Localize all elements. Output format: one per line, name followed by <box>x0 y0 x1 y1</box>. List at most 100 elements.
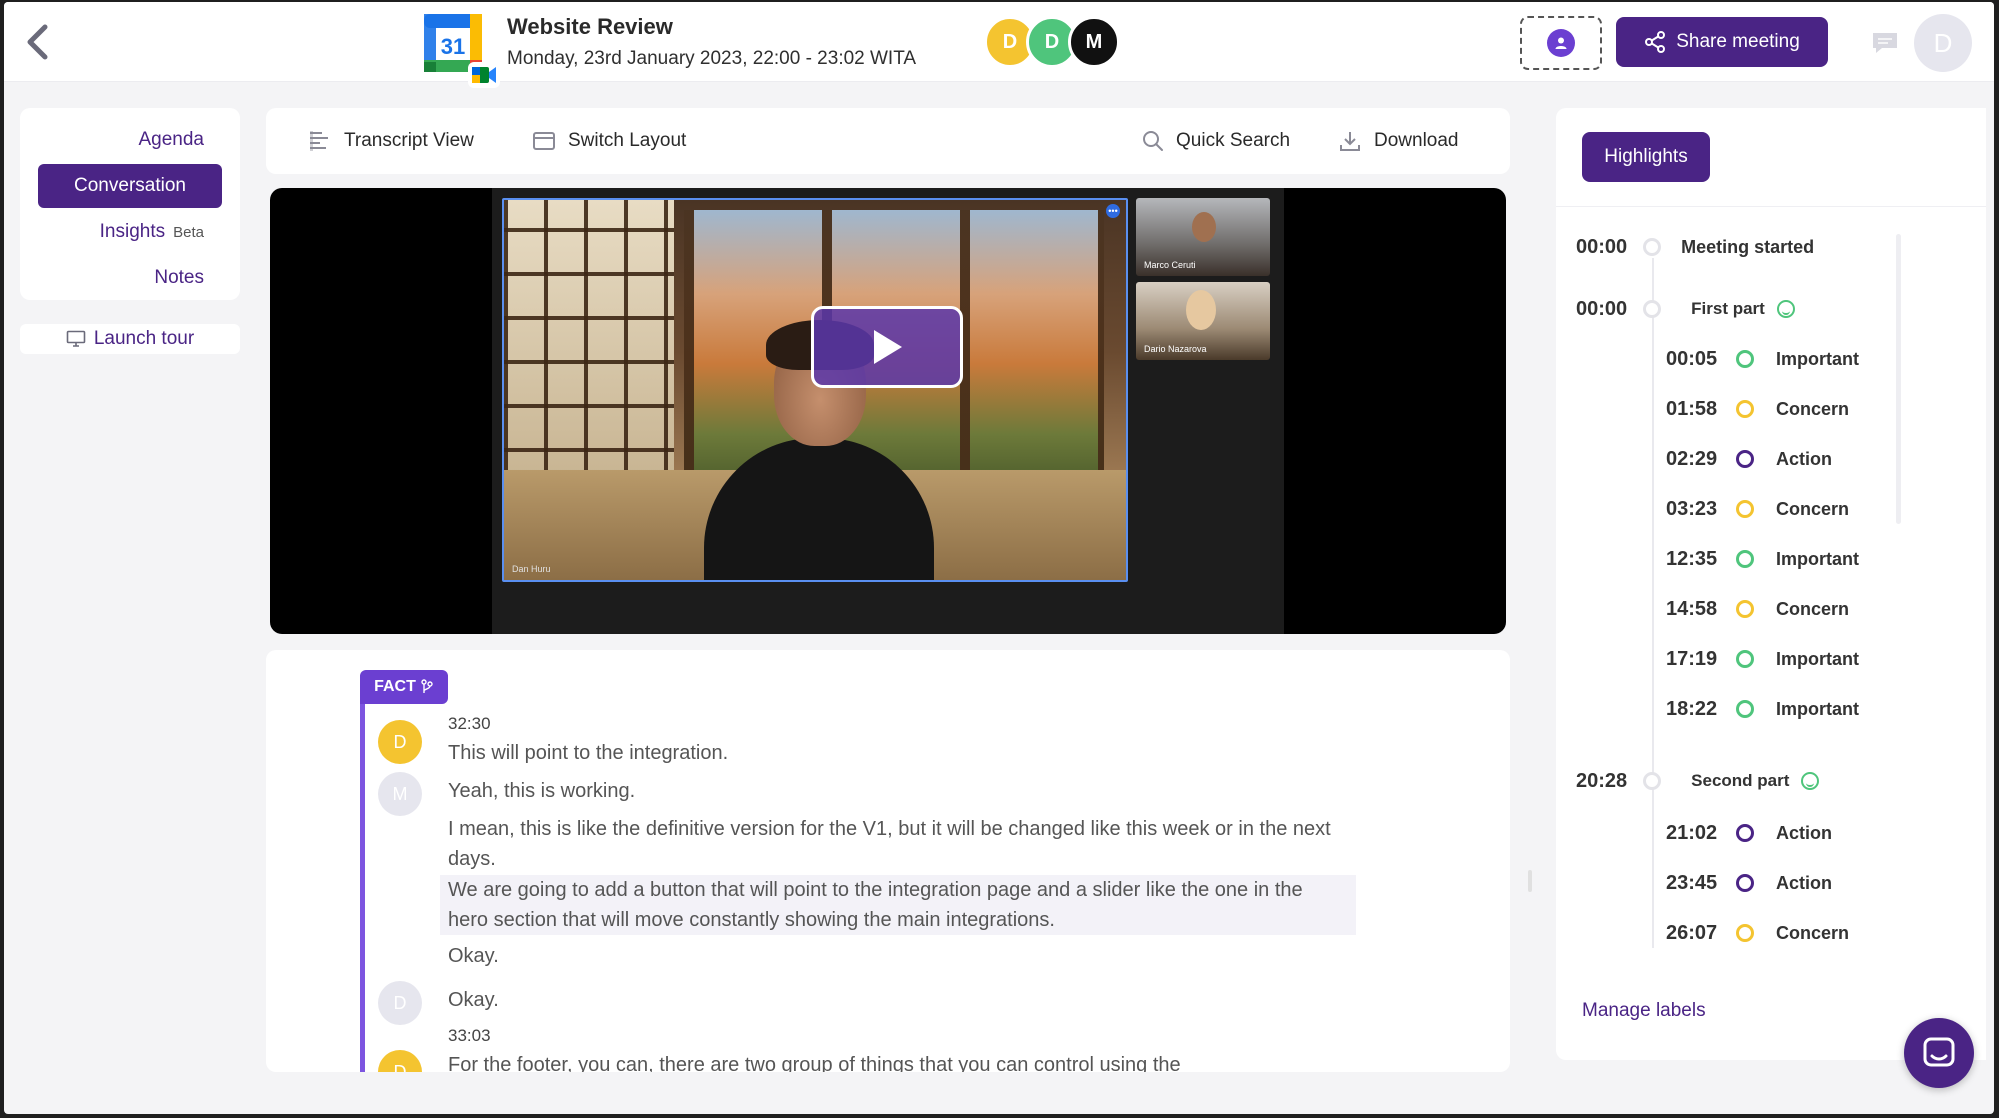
highlight-time: 18:22 <box>1666 697 1718 720</box>
share-meeting-button[interactable]: Share meeting <box>1616 17 1828 67</box>
nav-item-label: Notes <box>154 267 204 288</box>
fact-tag[interactable]: FACT <box>360 670 448 704</box>
highlight-label: Important <box>1776 698 1859 719</box>
divider <box>1556 206 1986 207</box>
switch-layout-button[interactable]: Switch Layout <box>532 108 686 174</box>
search-icon <box>1143 131 1163 151</box>
timestamp[interactable]: 32:30 <box>448 714 491 734</box>
fact-tag-label: FACT <box>374 678 416 695</box>
speaker-avatar: D <box>378 981 422 1025</box>
branch-icon <box>421 679 433 693</box>
timeline-dot <box>1643 772 1662 790</box>
nav-item-label: Agenda <box>138 129 204 150</box>
timeline-section[interactable]: 20:28 Second part <box>1576 766 1820 796</box>
highlight-item[interactable]: 03:23 Concern <box>1666 494 1849 524</box>
transcript-toolbar: Transcript View Switch Layout Quick Sear… <box>266 108 1510 174</box>
highlight-item[interactable]: 14:58 Concern <box>1666 594 1849 624</box>
nav-item-insights[interactable]: Insights Beta <box>38 210 222 254</box>
timeline-dot <box>1643 300 1662 318</box>
highlights-tab[interactable]: Highlights <box>1582 132 1710 182</box>
smiley-icon <box>1776 300 1795 318</box>
timestamp[interactable]: 33:03 <box>448 1026 491 1046</box>
highlight-dot <box>1736 824 1754 842</box>
transcript-view-label: Transcript View <box>344 130 474 151</box>
highlight-item[interactable]: 01:58 Concern <box>1666 394 1849 424</box>
quick-search-label: Quick Search <box>1176 130 1291 151</box>
timeline-section[interactable]: 00:00 First part <box>1576 294 1795 324</box>
highlights-panel: Highlights 00:00 Meeting started 00:00 F… <box>1556 108 1986 1060</box>
switch-layout-label: Switch Layout <box>568 130 687 151</box>
transcript-line[interactable]: Okay. <box>448 985 1348 1015</box>
highlight-item[interactable]: 21:02 Action <box>1666 818 1832 848</box>
add-participant-button[interactable] <box>1520 16 1602 70</box>
google-calendar-logo: 31 <box>420 12 502 92</box>
speaker-avatar: D <box>378 720 422 764</box>
transcript-line[interactable]: This will point to the integration. <box>448 738 1348 768</box>
participant-video-thumbnail[interactable]: Marco Ceruti <box>1136 198 1270 276</box>
share-meeting-label: Share meeting <box>1676 31 1800 52</box>
chat-icon <box>1923 1037 1955 1067</box>
transcript-line[interactable]: Okay. <box>448 941 1348 971</box>
section-time: 20:28 <box>1576 769 1628 792</box>
highlight-dot <box>1736 874 1754 892</box>
launch-tour-button[interactable]: Launch tour <box>20 324 240 354</box>
highlight-dot <box>1736 400 1754 418</box>
user-avatar[interactable]: D <box>1914 14 1972 72</box>
highlight-dot <box>1736 600 1754 618</box>
transcript-icon <box>310 131 328 151</box>
download-icon <box>1340 132 1360 151</box>
nav-item-notes[interactable]: Notes <box>38 256 222 300</box>
transcript-line[interactable]: For the footer, you can, there are two g… <box>448 1050 1348 1072</box>
highlight-dot <box>1736 350 1754 368</box>
video-player[interactable]: Dan Huru ••• Marco Ceruti Dario Nazarova <box>270 188 1506 634</box>
section-label: First part <box>1691 299 1765 318</box>
more-options-icon[interactable]: ••• <box>1106 204 1120 218</box>
timeline-section[interactable]: 00:00 Meeting started <box>1576 232 1814 262</box>
highlight-item[interactable]: 23:45 Action <box>1666 868 1832 898</box>
transcript-view-button[interactable]: Transcript View <box>308 108 474 174</box>
speaker-name-label: Dan Huru <box>512 564 551 574</box>
transcript-line[interactable]: I mean, this is like the definitive vers… <box>448 814 1348 874</box>
transcript-panel: FACT D 32:30 This will point to the inte… <box>266 650 1510 1072</box>
highlight-item[interactable]: 26:07 Concern <box>1666 918 1849 948</box>
participant-video-thumbnail[interactable]: Dario Nazarova <box>1136 282 1270 360</box>
participant-avatar[interactable]: M <box>1068 16 1120 68</box>
highlight-item[interactable]: 12:35 Important <box>1666 544 1859 574</box>
speaker-avatar: D <box>378 1050 422 1072</box>
play-button[interactable] <box>811 306 963 388</box>
highlight-time: 21:02 <box>1666 821 1718 844</box>
highlight-dot <box>1736 550 1754 568</box>
thumbnail-name: Dario Nazarova <box>1144 344 1207 354</box>
transcript-line-highlighted[interactable]: We are going to add a button that will p… <box>440 875 1356 935</box>
highlight-time: 02:29 <box>1666 447 1718 470</box>
highlight-time: 17:19 <box>1666 647 1718 670</box>
chevron-left-icon <box>27 24 48 60</box>
back-button[interactable] <box>20 20 54 64</box>
download-button[interactable]: Download <box>1338 108 1459 174</box>
monitor-icon <box>66 330 86 347</box>
scroll-handle[interactable] <box>1528 870 1532 892</box>
comments-icon[interactable] <box>1870 30 1900 61</box>
highlight-time: 12:35 <box>1666 547 1718 570</box>
quick-search-button[interactable]: Quick Search <box>1142 108 1290 174</box>
meeting-datetime: Monday, 23rd January 2023, 22:00 - 23:02… <box>507 48 917 69</box>
highlight-label: Concern <box>1776 598 1850 619</box>
transcript-line[interactable]: Yeah, this is working. <box>448 776 1348 806</box>
highlight-item[interactable]: 18:22 Important <box>1666 694 1859 724</box>
highlight-item[interactable]: 00:05 Important <box>1666 344 1859 374</box>
section-label: Meeting started <box>1681 236 1815 257</box>
nav-item-label: Conversation <box>74 175 186 196</box>
highlight-item[interactable]: 02:29 Action <box>1666 444 1832 474</box>
nav-item-agenda[interactable]: Agenda <box>38 118 222 162</box>
highlight-item[interactable]: 17:19 Important <box>1666 644 1859 674</box>
scrollbar[interactable] <box>1896 234 1901 524</box>
highlight-label: Concern <box>1776 498 1850 519</box>
main-speaker-video: Dan Huru ••• <box>502 198 1128 582</box>
highlight-time: 14:58 <box>1666 597 1718 620</box>
manage-labels-link[interactable]: Manage labels <box>1582 1000 1706 1022</box>
highlight-time: 03:23 <box>1666 497 1718 520</box>
support-chat-button[interactable] <box>1904 1018 1974 1088</box>
highlight-dot <box>1736 924 1754 942</box>
nav-item-conversation[interactable]: Conversation <box>38 164 222 208</box>
participant-avatars[interactable]: D D M <box>984 16 1120 68</box>
